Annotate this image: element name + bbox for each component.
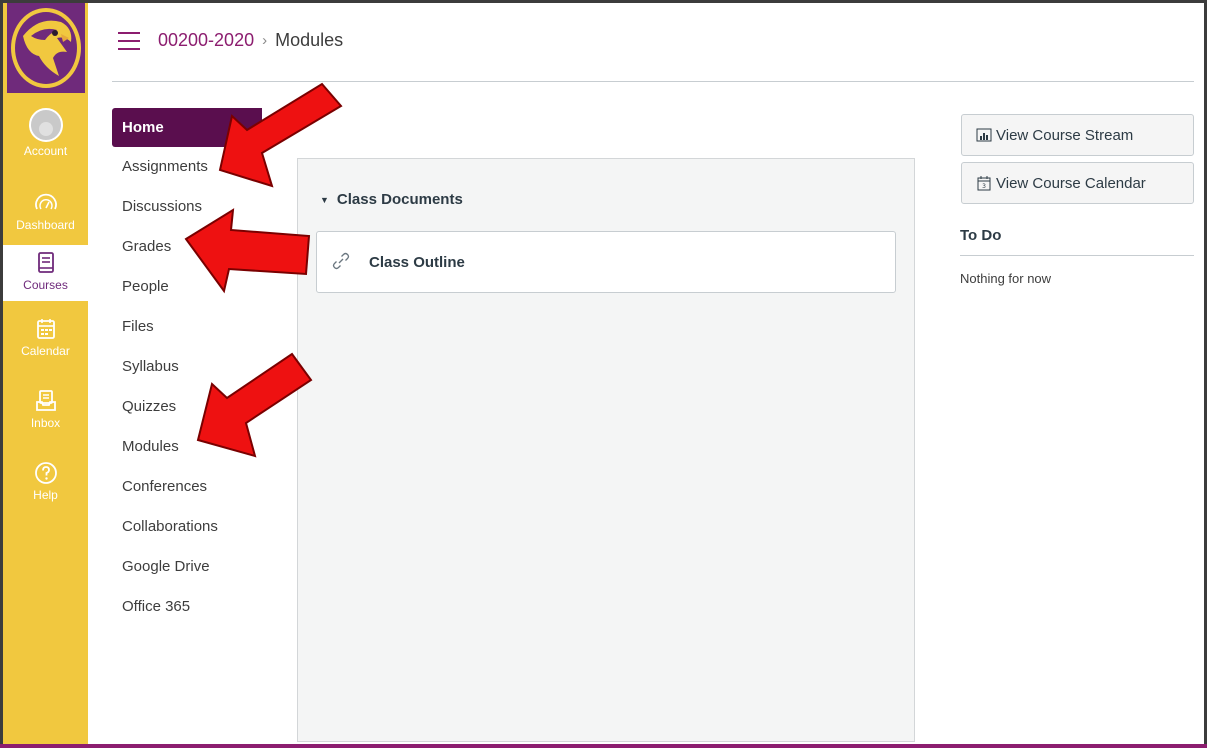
global-nav-label: Dashboard: [16, 218, 75, 232]
global-nav-account[interactable]: Account: [3, 103, 88, 159]
breadcrumb-course-link[interactable]: 00200-2020: [158, 30, 254, 51]
course-nav-people[interactable]: People: [112, 267, 262, 307]
view-course-calendar-button[interactable]: 3 View Course Calendar: [961, 162, 1194, 204]
view-course-stream-button[interactable]: View Course Stream: [961, 114, 1194, 156]
course-nav-home[interactable]: Home: [112, 108, 262, 147]
todo-divider: [960, 255, 1194, 256]
breadcrumb-separator-icon: ›: [262, 32, 268, 49]
module-item[interactable]: Class Outline: [316, 231, 896, 293]
course-nav-assignments[interactable]: Assignments: [112, 147, 262, 187]
breadcrumb-current: Modules: [275, 30, 344, 50]
course-nav-collaborations[interactable]: Collaborations: [112, 507, 262, 547]
global-nav-courses[interactable]: Courses: [3, 245, 88, 301]
global-nav-calendar[interactable]: Calendar: [3, 311, 88, 367]
calendar-icon: [36, 319, 55, 339]
inbox-icon: [35, 390, 56, 411]
view-course-stream-label: View Course Stream: [996, 126, 1134, 144]
module-item-title[interactable]: Class Outline: [369, 254, 465, 271]
course-nav-syllabus[interactable]: Syllabus: [112, 347, 262, 387]
course-nav-files[interactable]: Files: [112, 307, 262, 347]
todo-heading: To Do: [960, 227, 1002, 244]
chart-icon: [976, 128, 992, 142]
global-nav-label: Calendar: [21, 344, 70, 358]
global-nav-label: Inbox: [30, 416, 61, 430]
hamburger-menu-icon[interactable]: [118, 32, 140, 50]
course-nav-discussions[interactable]: Discussions: [112, 187, 262, 227]
courses-icon: [37, 252, 54, 273]
breadcrumb: 00200-2020 › Modules: [158, 30, 343, 51]
todo-empty-message: Nothing for now: [960, 271, 1052, 286]
course-nav-quizzes[interactable]: Quizzes: [112, 387, 262, 427]
global-nav-label: Help: [33, 488, 58, 502]
falcon-logo-icon: [11, 8, 81, 88]
course-nav-office-365[interactable]: Office 365: [112, 587, 262, 627]
page-header: 00200-2020 › Modules: [112, 20, 1194, 82]
course-nav-modules[interactable]: Modules: [112, 427, 262, 467]
view-course-calendar-label: View Course Calendar: [996, 174, 1146, 192]
global-nav-inbox[interactable]: Inbox: [3, 383, 88, 439]
avatar: [28, 108, 63, 142]
link-icon: [332, 252, 350, 270]
module-title: Class Documents: [336, 191, 463, 208]
course-nav-grades[interactable]: Grades: [112, 227, 262, 267]
course-nav-conferences[interactable]: Conferences: [112, 467, 262, 507]
global-nav-label: Account: [23, 144, 68, 158]
global-nav-help[interactable]: Help: [3, 455, 88, 511]
svg-text:3: 3: [982, 183, 986, 190]
calendar-icon: 3: [977, 176, 991, 191]
module-header[interactable]: ▼ Class Documents: [320, 191, 463, 208]
modules-panel: ▼ Class Documents Class Outline: [297, 158, 915, 742]
help-icon: [34, 462, 57, 484]
caret-down-icon: ▼: [320, 194, 329, 205]
global-nav-dashboard[interactable]: Dashboard: [3, 185, 88, 241]
school-logo[interactable]: [7, 3, 85, 93]
bottom-accent-bar: [0, 744, 1207, 748]
dashboard-icon: [34, 193, 57, 210]
course-nav-google-drive[interactable]: Google Drive: [112, 547, 262, 587]
global-nav-label: Courses: [23, 278, 68, 292]
global-nav: Account Dashboard Courses Calendar Inbox…: [3, 3, 88, 744]
course-nav: Home Assignments Discussions Grades Peop…: [112, 108, 262, 627]
